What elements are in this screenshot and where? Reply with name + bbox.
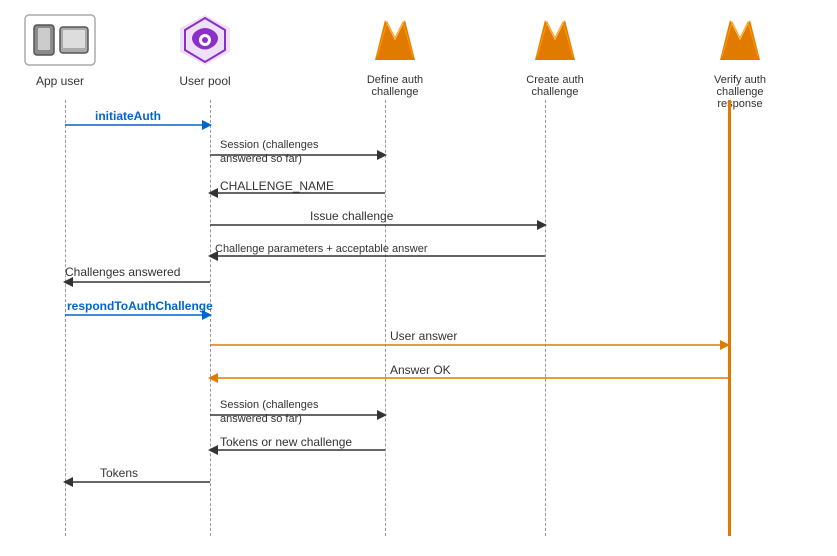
challenge-name-label: CHALLENGE_NAME <box>220 179 334 193</box>
app-user-label: App user <box>36 74 84 88</box>
issue-challenge-label: Issue challenge <box>310 209 394 223</box>
lifeline-create-auth <box>545 100 546 536</box>
participant-user-pool: User pool <box>175 10 235 88</box>
challenge-params-label: Challenge parameters + acceptable answer <box>215 243 428 255</box>
participant-verify-auth: Verify auth challenge response <box>695 10 785 110</box>
user-answer-label: User answer <box>390 329 457 343</box>
sequence-diagram: App user User pool Define auth challenge… <box>0 0 837 556</box>
challenges-answered-label: Challenges answered <box>65 265 180 279</box>
tokens-label: Tokens <box>100 466 138 480</box>
verify-auth-label: Verify auth challenge response <box>695 74 785 110</box>
lifeline-define-auth <box>385 100 386 536</box>
user-pool-icon <box>175 10 235 70</box>
device-icon <box>20 10 100 70</box>
participant-create-auth: Create auth challenge <box>515 10 595 98</box>
user-pool-label: User pool <box>179 74 230 88</box>
answer-ok-label: Answer OK <box>390 363 451 377</box>
create-auth-icon <box>525 10 585 70</box>
session1-label-line2: answered so far) <box>220 153 302 165</box>
define-auth-icon <box>365 10 425 70</box>
respond-to-label: respondToAuthChallenge <box>67 299 213 313</box>
verify-auth-icon <box>710 10 770 70</box>
participant-app-user: App user <box>20 10 100 88</box>
session2-label-line1: Session (challenges <box>220 399 319 411</box>
lifeline-verify-auth <box>728 100 731 536</box>
lifeline-user-pool <box>210 100 211 536</box>
initiate-auth-label: initiateAuth <box>95 109 161 123</box>
lifeline-app-user <box>65 100 66 536</box>
participant-define-auth: Define auth challenge <box>355 10 435 98</box>
session2-label-line2: answered so far) <box>220 413 302 425</box>
create-auth-label: Create auth challenge <box>515 74 595 98</box>
session1-label-line1: Session (challenges <box>220 139 319 151</box>
define-auth-label: Define auth challenge <box>355 74 435 98</box>
tokens-or-challenge-label: Tokens or new challenge <box>220 435 352 449</box>
